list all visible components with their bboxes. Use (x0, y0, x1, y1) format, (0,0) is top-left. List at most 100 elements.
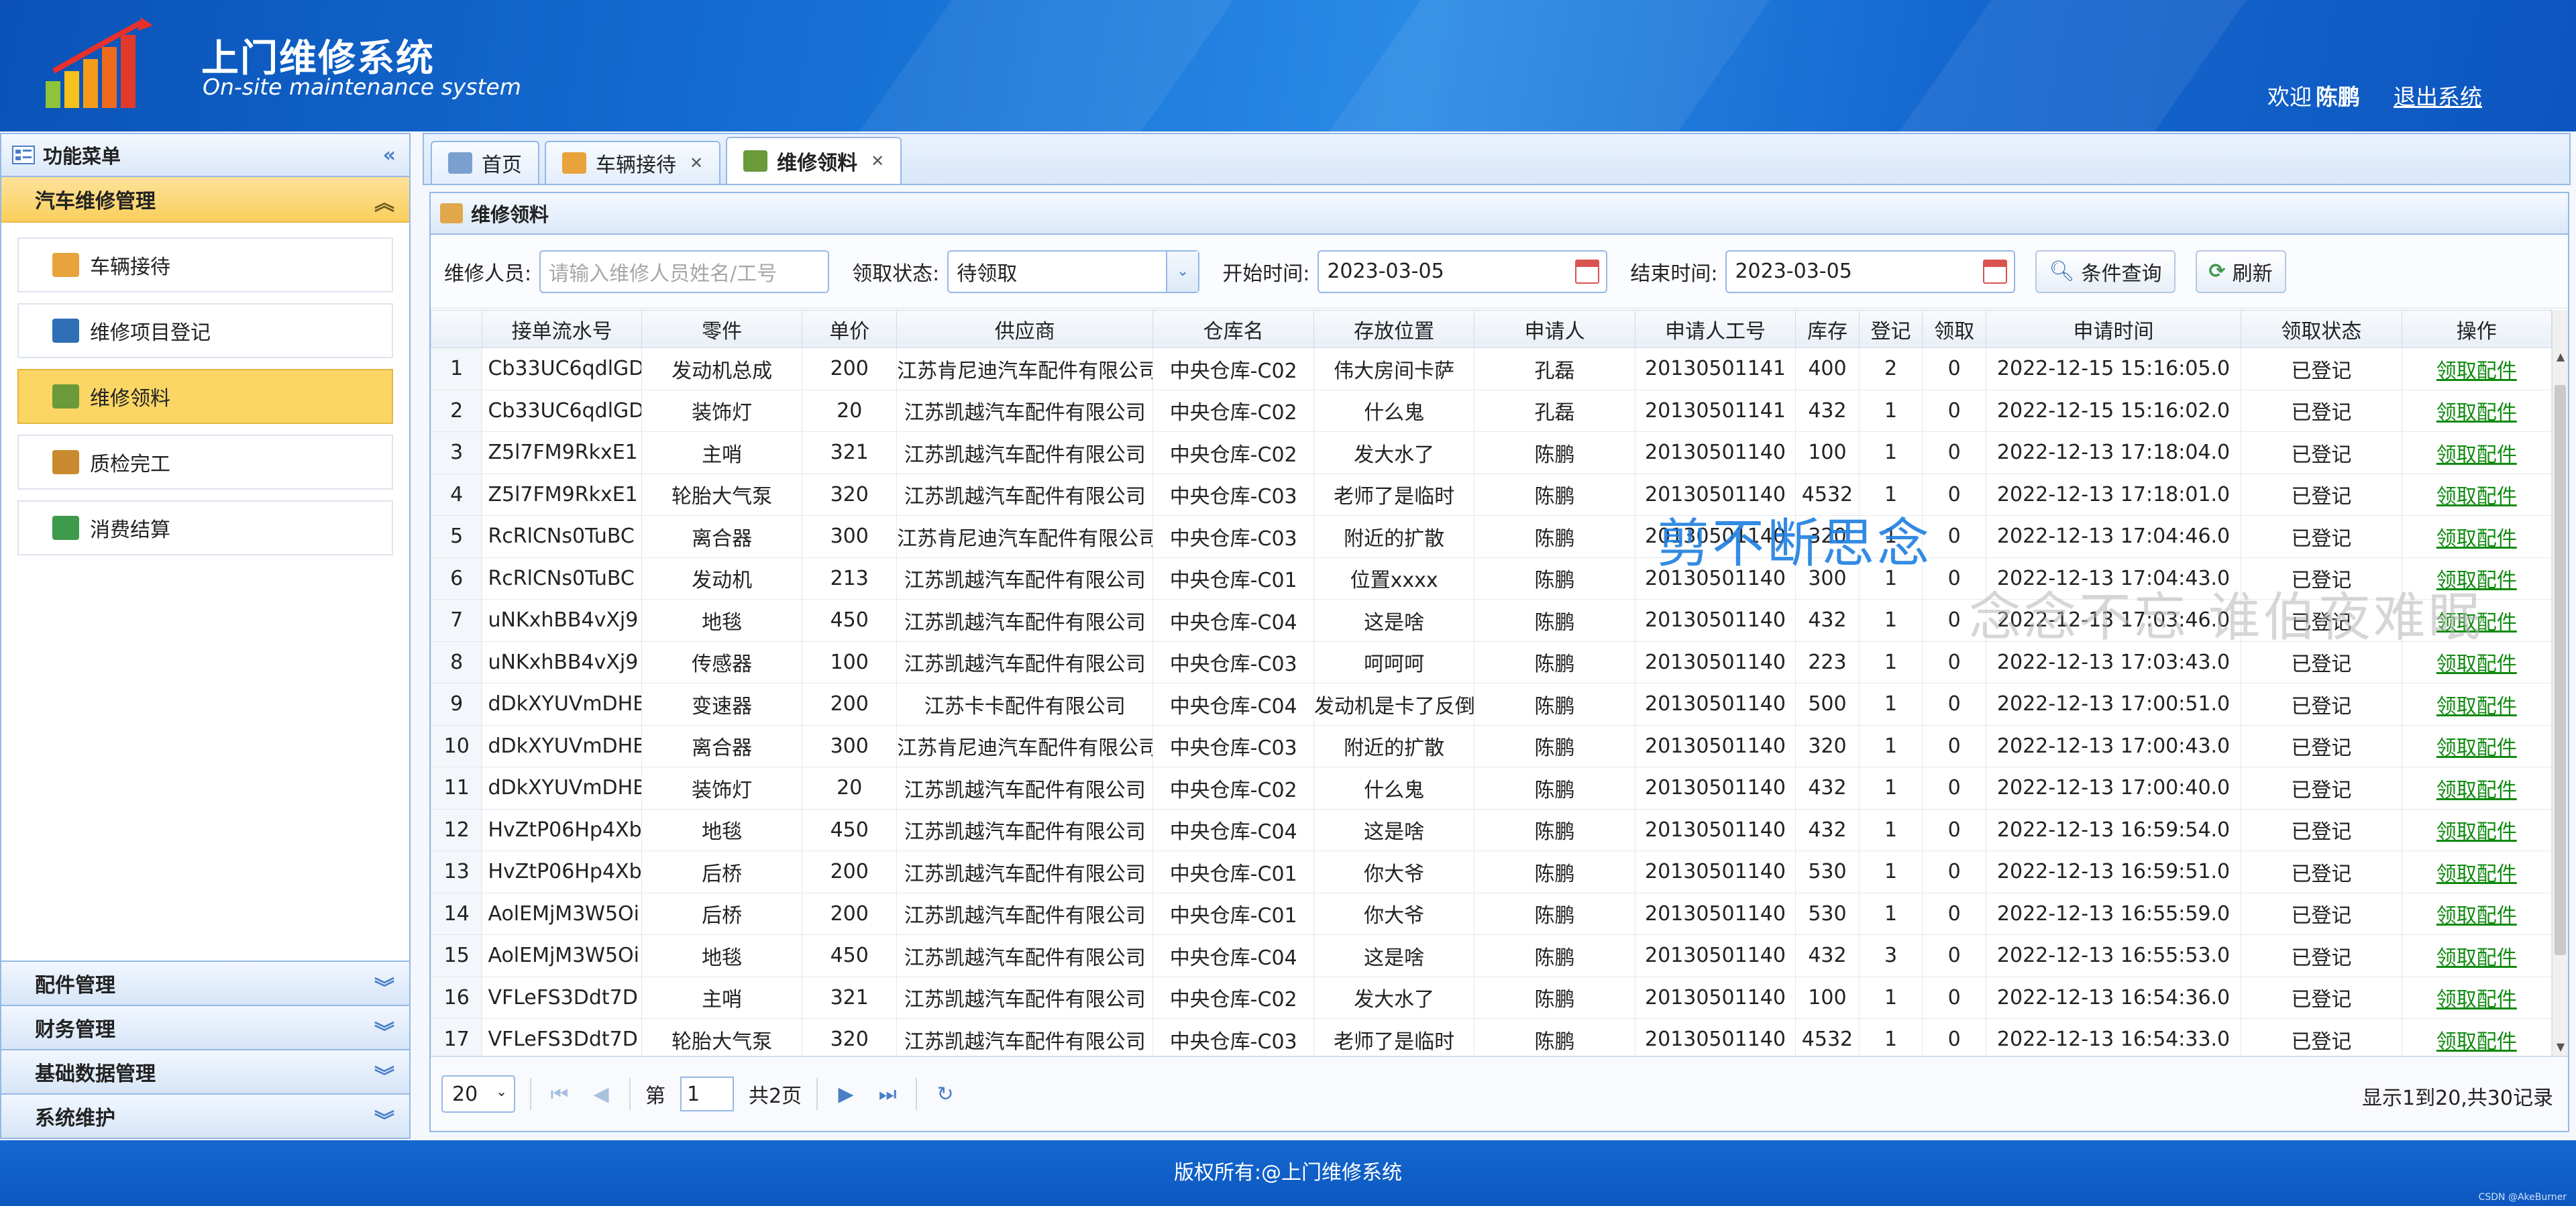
next-page-icon[interactable]: ▶ (833, 1083, 859, 1106)
calendar-icon[interactable] (1983, 259, 2008, 284)
table-row[interactable]: 16 VFLeFS3Ddt7D 主哨 321 江苏凯越汽车配件有限公司 中央仓库-C02 发… (431, 976, 2553, 1019)
table-cell: 0 (1922, 431, 1986, 474)
column-header[interactable]: 供应商 (896, 310, 1154, 348)
tab-home[interactable]: 首页 (431, 141, 539, 184)
collect-parts-link[interactable]: 领取配件 (2436, 988, 2517, 1011)
table-cell: 20130501140 (1634, 767, 1796, 810)
table-cell: 领取配件 (2401, 1018, 2553, 1056)
table-row[interactable]: 5 RcRlCNs0TuBC 离合器 300 江苏肯尼迪汽车配件有限公司 中央仓库-C03… (431, 515, 2553, 558)
table-row[interactable]: 1 Cb33UC6qdlGD 发动机总成 200 江苏肯尼迪汽车配件有限公司 中央仓库-C… (431, 347, 2553, 390)
sidebar-item-label: 车辆接待 (90, 256, 170, 279)
menu-group-base-data[interactable]: 基础数据管理 ︾ (1, 1049, 409, 1093)
collect-parts-link[interactable]: 领取配件 (2436, 401, 2517, 425)
column-header[interactable]: 登记 (1858, 310, 1923, 348)
sidebar-item-repair-parts[interactable]: 维修领料 (17, 369, 393, 424)
column-header[interactable]: 申请人工号 (1634, 310, 1796, 348)
refresh-button[interactable]: ⟳ 刷新 (2195, 250, 2286, 293)
column-header[interactable]: 接单流水号 (482, 310, 642, 348)
collect-parts-link[interactable]: 领取配件 (2436, 820, 2517, 844)
chevron-down-icon[interactable]: ⌄ (1166, 251, 1199, 292)
collect-parts-link[interactable]: 领取配件 (2436, 904, 2517, 928)
table-cell: 领取配件 (2401, 767, 2553, 810)
table-cell: 0 (1922, 683, 1986, 726)
table-cell: 1 (1858, 389, 1923, 432)
collect-parts-link[interactable]: 领取配件 (2436, 695, 2517, 718)
menu-group-parts[interactable]: 配件管理 ︾ (1, 961, 409, 1005)
table-row[interactable]: 8 uNKxhBB4vXj9 传感器 100 江苏凯越汽车配件有限公司 中央仓库-C03 呵… (431, 641, 2553, 683)
collect-parts-link[interactable]: 领取配件 (2436, 360, 2517, 383)
scroll-up-icon[interactable]: ▲ (2553, 350, 2569, 363)
table-row[interactable]: 6 RcRlCNs0TuBC 发动机 213 江苏凯越汽车配件有限公司 中央仓库-C01 位… (431, 557, 2553, 600)
menu-group-auto-repair[interactable]: 汽车维修管理 ︽ (1, 177, 409, 223)
table-cell: 1 (1858, 431, 1923, 474)
collect-parts-link[interactable]: 领取配件 (2436, 485, 2517, 508)
first-page-icon[interactable]: ⏮︎ (546, 1083, 573, 1106)
column-header[interactable]: 领取状态 (2241, 310, 2402, 348)
table-row[interactable]: 17 VFLeFS3Ddt7D 轮胎大气泵 320 江苏凯越汽车配件有限公司 中央仓库-C… (431, 1018, 2553, 1056)
scroll-down-icon[interactable]: ▼ (2553, 1040, 2569, 1053)
page-size-select[interactable]: 20 ⌄ (441, 1075, 515, 1113)
collect-parts-link[interactable]: 领取配件 (2436, 863, 2517, 886)
start-time-input[interactable]: 2023-03-05 (1318, 250, 1608, 293)
column-header[interactable]: 仓库名 (1152, 310, 1314, 348)
sidebar-item-vehicle-reception[interactable]: 车辆接待 (17, 237, 393, 292)
table-cell: 0 (1922, 389, 1986, 432)
reload-icon[interactable]: ↻ (932, 1083, 959, 1106)
menu-group-finance[interactable]: 财务管理 ︾ (1, 1005, 409, 1049)
collect-parts-link[interactable]: 领取配件 (2436, 443, 2517, 467)
table-cell: 0 (1922, 808, 1986, 851)
column-header[interactable]: 操作 (2401, 310, 2553, 348)
collect-parts-link[interactable]: 领取配件 (2436, 569, 2517, 592)
table-cell: 陈鹏 (1474, 431, 1635, 474)
table-row[interactable]: 11 dDkXYUVmDHB 装饰灯 20 江苏凯越汽车配件有限公司 中央仓库-C02 什么… (431, 767, 2553, 810)
sidebar-item-quality-check[interactable]: 质检完工 (17, 435, 393, 490)
menu-group-system[interactable]: 系统维护 ︾ (1, 1093, 409, 1138)
table-row[interactable]: 9 dDkXYUVmDHB 变速器 200 江苏卡卡配件有限公司 中央仓库-C04 发动机是… (431, 683, 2553, 726)
table-row[interactable]: 3 Z5l7FM9RkxE1 主哨 321 江苏凯越汽车配件有限公司 中央仓库-C02 发大… (431, 431, 2553, 474)
sidebar-item-repair-registration[interactable]: 维修项目登记 (17, 303, 393, 358)
column-header[interactable]: 库存 (1795, 310, 1860, 348)
table-row[interactable]: 14 AolEMjM3W5Oi 后桥 200 江苏凯越汽车配件有限公司 中央仓库-C01 你… (431, 892, 2553, 935)
table-row[interactable]: 10 dDkXYUVmDHB 离合器 300 江苏肯尼迪汽车配件有限公司 中央仓库-C03… (431, 724, 2553, 767)
table-row[interactable]: 15 AolEMjM3W5Oi 地毯 450 江苏凯越汽车配件有限公司 中央仓库-C04 这… (431, 934, 2553, 977)
column-header[interactable]: 存放位置 (1313, 310, 1475, 348)
table-cell: 2022-12-15 15:16:05.0 (1985, 347, 2242, 390)
tab-repair-parts[interactable]: 维修领料 ✕ (726, 137, 902, 184)
scroll-thumb[interactable] (2555, 385, 2566, 955)
collect-parts-link[interactable]: 领取配件 (2436, 527, 2517, 551)
person-input[interactable]: 请输入维修人员姓名/工号 (539, 250, 830, 293)
grid-scrollbar[interactable]: ▲ ▼ (2552, 310, 2568, 1056)
table-cell: 陈鹏 (1474, 724, 1635, 767)
column-header[interactable]: 申请时间 (1985, 310, 2242, 348)
table-row[interactable]: 12 HvZtP06Hp4Xb 地毯 450 江苏凯越汽车配件有限公司 中央仓库-C04 这… (431, 808, 2553, 851)
close-icon[interactable]: ✕ (690, 154, 703, 172)
table-row[interactable]: 4 Z5l7FM9RkxE1 轮胎大气泵 320 江苏凯越汽车配件有限公司 中央仓库-C0… (431, 473, 2553, 516)
table-row[interactable]: 13 HvZtP06Hp4Xb 后桥 200 江苏凯越汽车配件有限公司 中央仓库-C01 你… (431, 851, 2553, 893)
column-header[interactable]: 领取 (1922, 310, 1986, 348)
column-header[interactable]: 单价 (802, 310, 898, 348)
column-header[interactable]: 零件 (641, 310, 803, 348)
calendar-icon[interactable] (1575, 259, 1600, 284)
close-icon[interactable]: ✕ (871, 152, 884, 170)
collect-parts-link[interactable]: 领取配件 (2436, 653, 2517, 676)
prev-page-icon[interactable]: ◀ (588, 1083, 614, 1106)
collect-parts-link[interactable]: 领取配件 (2436, 779, 2517, 802)
last-page-icon[interactable]: ⏭︎ (874, 1083, 901, 1106)
status-select[interactable]: 待领取 ⌄ (947, 250, 1200, 293)
collect-parts-link[interactable]: 领取配件 (2436, 946, 2517, 970)
logout-link[interactable]: 退出系统 (2394, 79, 2482, 111)
collect-parts-link[interactable]: 领取配件 (2436, 611, 2517, 635)
collect-parts-link[interactable]: 领取配件 (2436, 736, 2517, 760)
tab-vehicle-reception[interactable]: 车辆接待 ✕ (545, 141, 721, 184)
sidebar-collapse-icon[interactable]: « (383, 144, 396, 167)
table-row[interactable]: 7 uNKxhBB4vXj9 地毯 450 江苏凯越汽车配件有限公司 中央仓库-C04 这是… (431, 599, 2553, 642)
table-cell: 发动机总成 (641, 347, 803, 390)
table-cell: 20130501140 (1634, 683, 1796, 726)
table-row[interactable]: 2 Cb33UC6qdlGD 装饰灯 20 江苏凯越汽车配件有限公司 中央仓库-C02 什么… (431, 389, 2553, 432)
query-button[interactable]: 🔍︎ 条件查询 (2035, 250, 2176, 293)
column-header[interactable]: 申请人 (1474, 310, 1635, 348)
collect-parts-link[interactable]: 领取配件 (2436, 1030, 2517, 1054)
page-number-input[interactable]: 1 (680, 1077, 734, 1111)
end-time-input[interactable]: 2023-03-05 (1725, 250, 2016, 293)
sidebar-item-settlement[interactable]: 消费结算 (17, 500, 393, 555)
